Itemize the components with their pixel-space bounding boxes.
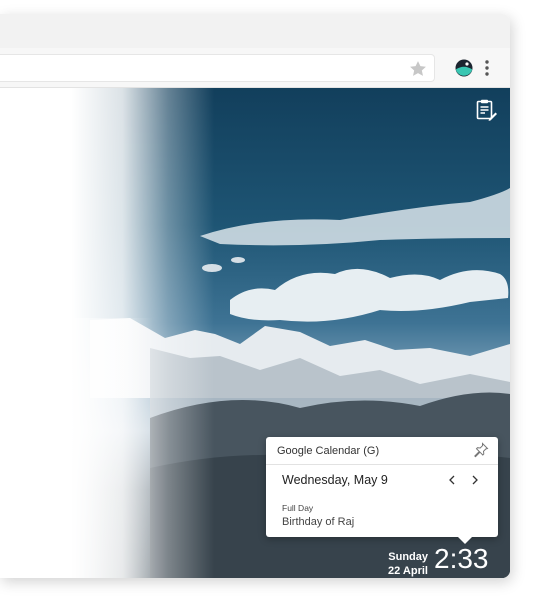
more-vert-icon[interactable] bbox=[480, 58, 494, 78]
address-bar[interactable] bbox=[0, 54, 435, 82]
event-duration-label: Full Day bbox=[282, 503, 314, 513]
calendar-current-date: Wednesday, May 9 bbox=[282, 473, 388, 487]
pin-icon[interactable] bbox=[473, 442, 489, 458]
clock-date: Sunday 22 April bbox=[360, 550, 428, 578]
chevron-left-icon[interactable] bbox=[445, 473, 459, 487]
browser-window: Google Calendar (G) Wednesday, May 9 Ful… bbox=[0, 14, 510, 578]
extension-icon[interactable] bbox=[454, 58, 474, 78]
tab-bar bbox=[0, 14, 510, 48]
clock-time[interactable]: 2:33 bbox=[434, 543, 489, 575]
clipboard-icon[interactable] bbox=[474, 98, 498, 122]
calendar-popup-title: Google Calendar (G) bbox=[277, 445, 380, 457]
calendar-popup-header: Google Calendar (G) bbox=[266, 437, 498, 465]
clock-day: Sunday bbox=[388, 551, 428, 563]
calendar-date-row: Wednesday, May 9 bbox=[266, 466, 498, 494]
new-tab-page: Google Calendar (G) Wednesday, May 9 Ful… bbox=[0, 88, 510, 578]
chevron-right-icon[interactable] bbox=[468, 473, 482, 487]
event-title[interactable]: Birthday of Raj bbox=[282, 516, 354, 528]
clock-date-text: 22 April bbox=[388, 565, 428, 577]
browser-toolbar bbox=[0, 48, 510, 88]
star-icon[interactable] bbox=[408, 59, 428, 79]
calendar-popup: Google Calendar (G) Wednesday, May 9 Ful… bbox=[266, 437, 498, 544]
